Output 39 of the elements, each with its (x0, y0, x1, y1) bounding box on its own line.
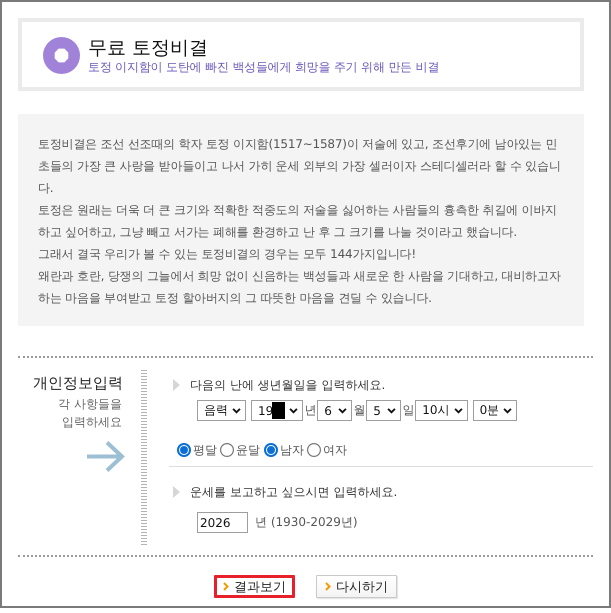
chevron-down-icon (503, 408, 512, 414)
action-button[interactable]: 결과보기 (214, 575, 295, 598)
prompt-text: 운세를 보고하고 싶으시면 입력하세요. (190, 484, 398, 500)
chevron-down-icon (454, 408, 463, 414)
dropdown[interactable]: 19 (251, 400, 304, 421)
prompt-text: 다음의 난에 생년월일을 입력하세요. (190, 376, 386, 394)
triangle-bullet-icon (173, 379, 180, 391)
chevron-down-icon (387, 408, 396, 414)
unit-label: 일 (402, 402, 414, 419)
intro-paragraph: 왜란과 호란, 당쟁의 그늘에서 희망 없이 신음하는 백성들과 새로운 한 사람을 기대하고, 대비하고자 하는 마음을 부여받고 토정 할아버지의 그 따뜻한 마음을 견딜 수 있습니다. (38, 268, 562, 307)
chevron-down-icon (338, 408, 348, 414)
dropdown[interactable]: 5 (366, 400, 402, 421)
intro-paragraph: 그래서 결국 우리가 볼 수 있는 토정비결의 경우는 모두 144가지입니다! (38, 246, 418, 263)
action-button[interactable]: 다시하기 (316, 575, 397, 598)
section-title: 개인정보입력 (33, 373, 123, 393)
intro-paragraph: 토정비결은 조선 선조때의 학자 토정 이지함(1517~1587)이 저술에 있고, 조선후기에 남아있는 민초들의 가장 큰 사랑을 받아들이고 나서 가히 운세 외부의 가장 셀러이자 스테디셀러라 할 수 있습니다. (38, 136, 562, 197)
triangle-bullet-icon (173, 486, 180, 498)
unit-label: 년 (304, 402, 316, 419)
ring-icon (43, 37, 80, 74)
page-title: 무료 토정비결 (88, 37, 210, 60)
chevron-down-icon (289, 408, 298, 414)
dropdown[interactable]: 음력 (197, 400, 246, 421)
dropdown[interactable]: 6 (317, 400, 352, 421)
radio-option[interactable]: 남자 (264, 442, 304, 458)
radio-option[interactable]: 여자 (307, 442, 347, 458)
intro-paragraph: 토정은 원래는 더욱 더 큰 크기와 적확한 적중도의 저술을 싫어하는 사람들의 흉측한 취길에 이바지하고 싶어하고, 그냥 빼고 서가는 폐해를 환경하고 난 후 그 크기를 나눌 것이라고 했습니다. (38, 202, 558, 241)
year-range-label: 년 (1930-2029년) (255, 514, 358, 531)
chevron-right-icon (223, 582, 229, 591)
chevron-down-icon (232, 408, 241, 414)
chevron-right-icon (325, 582, 331, 591)
section-hint: 각 사항들을 입력하세요 (57, 396, 122, 431)
unit-label: 월 (353, 402, 366, 419)
year-input[interactable]: 2026 (197, 512, 248, 533)
radio-option[interactable]: 평달 (177, 442, 217, 458)
dropdown[interactable]: 10시 (415, 400, 468, 421)
arrow-right-icon (87, 441, 125, 472)
page-subtitle: 토정 이지함이 도탄에 빠진 백성들에게 희망을 주기 위해 만든 비결 (88, 60, 440, 75)
dropdown[interactable]: 0분 (472, 400, 518, 421)
radio-option[interactable]: 윤달 (220, 442, 260, 458)
